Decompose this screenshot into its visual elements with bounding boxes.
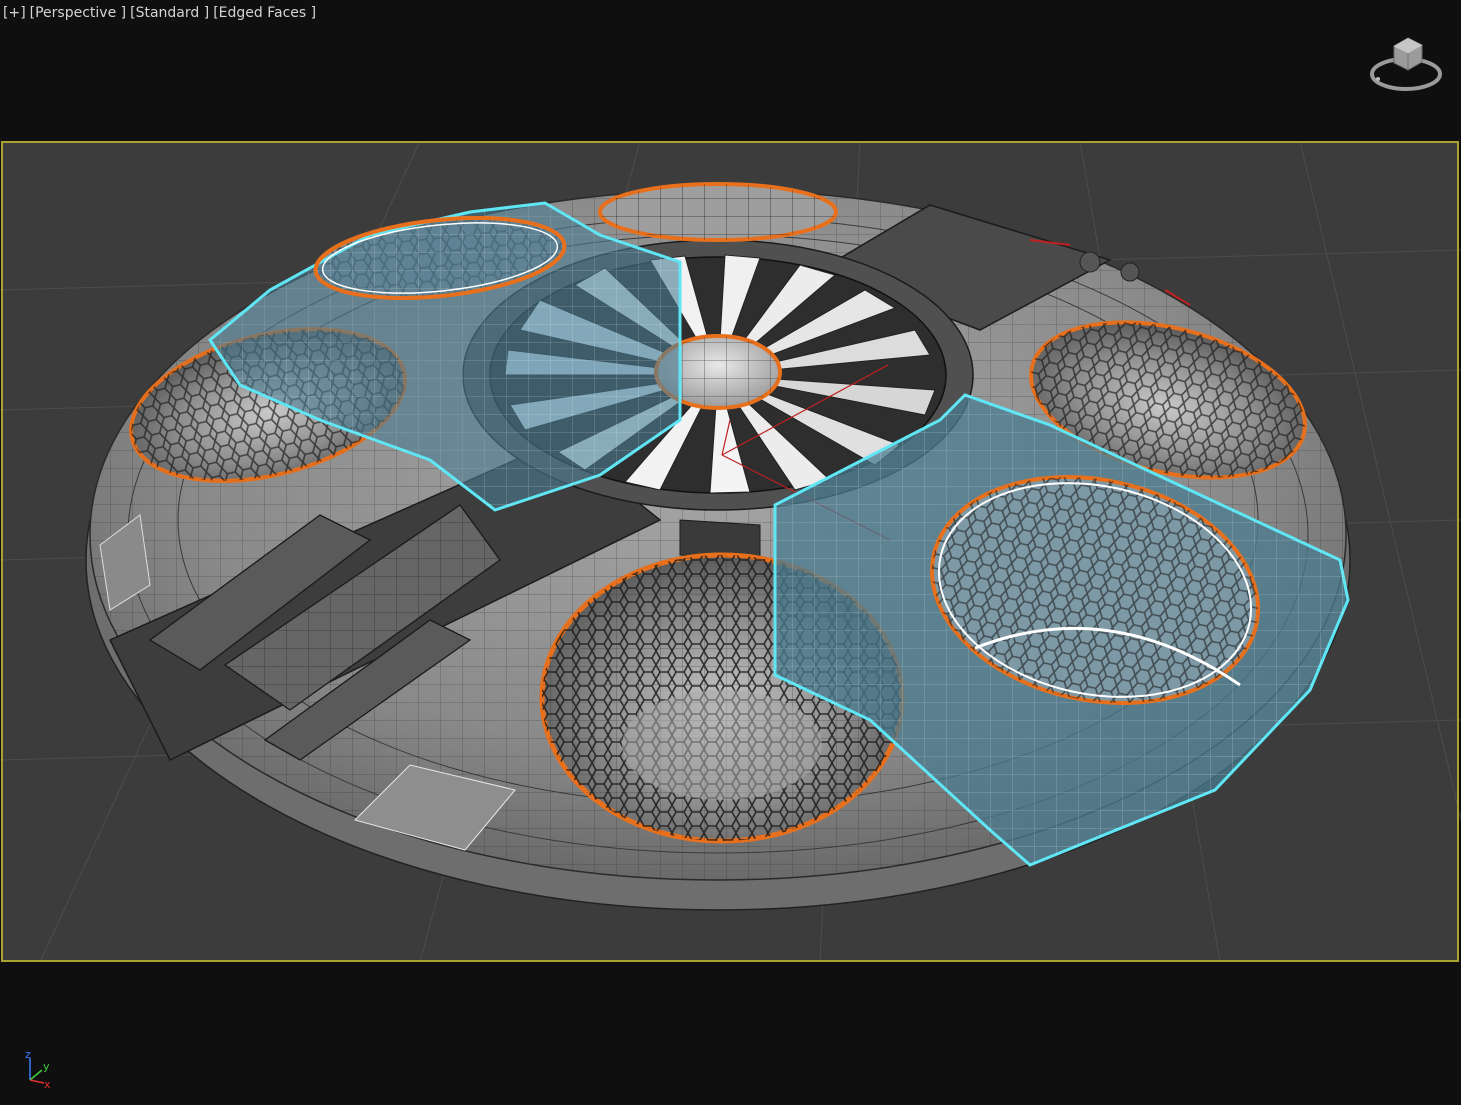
viewport-scene[interactable] bbox=[0, 0, 1461, 1105]
saucer-model[interactable] bbox=[85, 182, 1351, 911]
viewcube-icon[interactable] bbox=[1369, 32, 1443, 94]
viewport-display-mode-menu[interactable]: [Edged Faces ] bbox=[213, 5, 316, 21]
viewport-plus-menu[interactable]: [+] bbox=[3, 5, 26, 21]
axis-label-y: y bbox=[43, 1060, 50, 1073]
axis-label-z: z bbox=[25, 1048, 31, 1061]
viewport-label-menu[interactable]: [+] [Perspective ] [Standard ] [Edged Fa… bbox=[3, 5, 316, 21]
axis-tripod: z y x bbox=[25, 1048, 51, 1090]
viewport-shading-menu[interactable]: [Standard ] bbox=[130, 5, 209, 21]
dome-pod-top bbox=[598, 182, 838, 242]
viewport-view-menu[interactable]: [Perspective ] bbox=[30, 5, 126, 21]
axis-label-x: x bbox=[44, 1078, 51, 1090]
